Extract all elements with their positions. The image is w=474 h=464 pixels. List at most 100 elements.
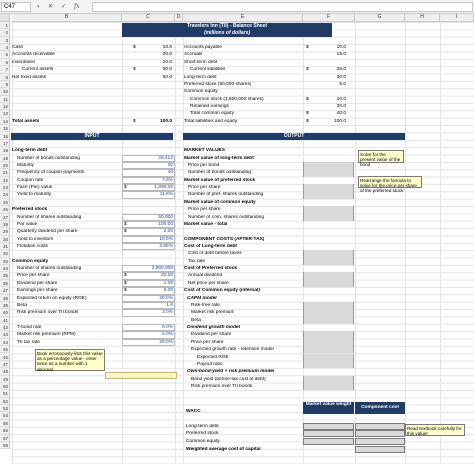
enter-icon[interactable]: ✓ [61, 3, 66, 11]
row-header-51[interactable]: 51 [0, 390, 10, 398]
row-header-17[interactable]: 17 [0, 139, 10, 148]
row-header-20[interactable]: 20 [0, 161, 10, 170]
row-header-14[interactable]: 14 [0, 117, 10, 126]
output-value-cell[interactable] [303, 169, 354, 177]
column-header-h[interactable]: H [405, 14, 440, 22]
formula-input[interactable] [92, 2, 473, 12]
row-header-8[interactable]: 8 [0, 73, 10, 81]
row-header-48[interactable]: 48 [0, 368, 10, 376]
input-value[interactable]: 20.00 [135, 273, 173, 278]
input-value[interactable]: 29,412 [135, 156, 173, 161]
row-header-46[interactable]: 46 [0, 353, 10, 361]
input-value[interactable]: 100.00 [135, 222, 173, 227]
output-value-cell[interactable] [303, 184, 354, 192]
row-header-26[interactable]: 26 [0, 206, 10, 214]
column-header-f[interactable]: F [303, 14, 355, 22]
input-value[interactable]: 3.0% [135, 310, 173, 315]
liability-value[interactable]: 30.0 [312, 75, 346, 80]
row-header-30[interactable]: 30 [0, 235, 10, 243]
row-header-5[interactable]: 5 [0, 51, 10, 59]
column-header-d[interactable]: D [175, 14, 183, 22]
row-header-4[interactable]: 4 [0, 44, 10, 52]
row-header-2[interactable]: 2 [0, 29, 10, 37]
input-value[interactable]: 6.0% [135, 325, 173, 330]
row-header-43[interactable]: 43 [0, 331, 10, 339]
liability-value[interactable]: 15.0 [312, 52, 346, 57]
input-value[interactable]: 5.00 [135, 288, 173, 293]
row-header-25[interactable]: 25 [0, 198, 10, 207]
row-header-52[interactable]: 52 [0, 397, 10, 406]
row-header-49[interactable]: 49 [0, 375, 10, 383]
asset-value[interactable]: 10.0 [140, 45, 172, 50]
input-value[interactable]: 1.00 [135, 281, 173, 286]
output-value-cell[interactable] [303, 375, 354, 383]
row-header-19[interactable]: 19 [0, 154, 10, 162]
input-value[interactable]: 7.6% [135, 178, 173, 183]
row-header-22[interactable]: 22 [0, 176, 10, 185]
wacc-cost-cell[interactable] [355, 430, 405, 438]
output-value-cell[interactable] [303, 250, 354, 258]
output-value-cell[interactable] [303, 316, 354, 325]
row-header-41[interactable]: 41 [0, 316, 10, 325]
row-header-24[interactable]: 24 [0, 191, 10, 199]
row-header-1[interactable]: 1 [0, 22, 10, 30]
row-header-40[interactable]: 40 [0, 309, 10, 317]
output-value-cell[interactable] [303, 353, 354, 361]
row-header-36[interactable]: 36 [0, 279, 10, 288]
output-value-cell[interactable] [303, 213, 354, 221]
row-header-16[interactable]: 16 [0, 132, 10, 140]
input-value[interactable]: 40 [135, 170, 173, 175]
liability-value[interactable]: 10.0 [312, 45, 346, 50]
output-value-cell[interactable] [303, 161, 354, 170]
row-header-58[interactable]: 58 [0, 441, 10, 450]
output-value-cell[interactable] [303, 272, 354, 280]
output-value-cell[interactable] [303, 331, 354, 339]
row-header-15[interactable]: 15 [0, 125, 10, 133]
asset-value[interactable]: 20.0 [140, 52, 172, 57]
output-value-cell[interactable] [303, 279, 354, 288]
output-value-cell[interactable] [303, 309, 354, 317]
wacc-final-value[interactable] [355, 446, 405, 453]
name-box-dropdown-icon[interactable]: ▾ [37, 3, 40, 11]
row-header-13[interactable]: 13 [0, 110, 10, 118]
row-header-32[interactable]: 32 [0, 250, 10, 258]
output-value-cell[interactable] [303, 360, 354, 369]
liability-value[interactable]: 5.0 [312, 82, 346, 87]
function-icon[interactable]: fx [74, 3, 80, 11]
row-header-33[interactable]: 33 [0, 257, 10, 266]
row-header-18[interactable]: 18 [0, 147, 10, 155]
select-all-corner[interactable] [0, 14, 10, 22]
row-header-21[interactable]: 21 [0, 169, 10, 177]
cancel-icon[interactable]: ✕ [48, 3, 53, 11]
input-value[interactable]: 10.0% [135, 237, 173, 242]
active-cell-c47[interactable] [105, 372, 177, 379]
row-header-57[interactable]: 57 [0, 434, 10, 442]
row-header-28[interactable]: 28 [0, 220, 10, 229]
output-value-cell[interactable] [303, 301, 354, 310]
row-header-3[interactable]: 3 [0, 36, 10, 45]
total-assets-value[interactable]: 100.0 [140, 119, 172, 124]
row-header-7[interactable]: 7 [0, 66, 10, 74]
liability-value[interactable]: 40.0 [312, 111, 346, 116]
input-value[interactable]: 50,000 [135, 215, 173, 220]
liability-value[interactable]: 25.0 [312, 67, 346, 72]
row-header-39[interactable]: 39 [0, 301, 10, 310]
input-value[interactable]: 3.85% [135, 244, 173, 249]
input-value[interactable]: 11.8% [135, 192, 173, 197]
column-header-e[interactable]: E [183, 14, 303, 22]
row-header-31[interactable]: 31 [0, 243, 10, 251]
asset-value[interactable]: 50.0 [140, 75, 172, 80]
row-header-54[interactable]: 54 [0, 412, 10, 420]
output-value-cell[interactable] [303, 257, 354, 266]
wacc-weight-cell[interactable] [303, 423, 354, 430]
row-header-53[interactable]: 53 [0, 405, 10, 413]
row-header-37[interactable]: 37 [0, 287, 10, 295]
row-header-38[interactable]: 38 [0, 294, 10, 302]
row-header-11[interactable]: 11 [0, 95, 10, 104]
column-header-i[interactable]: I [440, 14, 474, 22]
input-value[interactable]: 3,800,000 [135, 266, 173, 271]
asset-value[interactable]: 20.0 [140, 60, 172, 65]
row-header-47[interactable]: 47 [0, 360, 10, 369]
input-value[interactable]: 20 [135, 163, 173, 168]
row-header-56[interactable]: 56 [0, 427, 10, 435]
